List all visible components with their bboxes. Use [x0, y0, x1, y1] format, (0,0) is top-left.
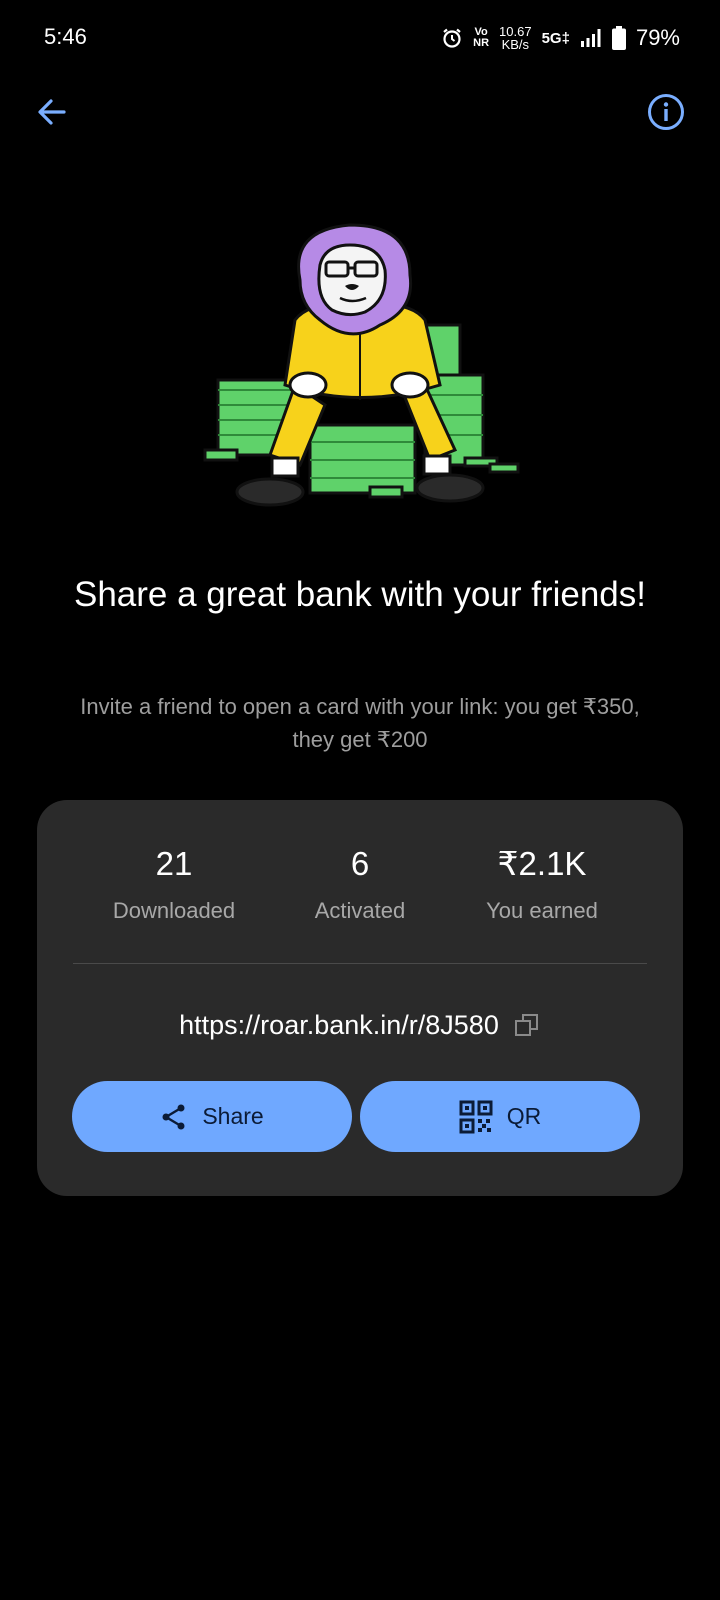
stat-label: You earned [486, 898, 598, 923]
referral-link-row: https://roar.bank.in/r/8J580 [37, 1005, 683, 1045]
stat-downloaded: 21 Downloaded [74, 844, 274, 926]
volte-indicator: Vo NR [473, 26, 490, 49]
stat-value: 21 [155, 845, 193, 882]
status-icons: Vo NR 10.67 KB/s 5G‡ 79% [441, 20, 680, 56]
qr-button-label: QR [506, 1103, 542, 1129]
money-stack-center [308, 423, 417, 499]
copy-link-button[interactable] [513, 1011, 541, 1039]
page-title: Share a great bank with your friends! [74, 575, 646, 614]
status-time: 5:46 [44, 24, 87, 49]
referral-card: 21 Downloaded 6 Activated ₹2.1K You earn… [37, 800, 683, 1196]
qr-button[interactable]: QR [360, 1081, 640, 1152]
battery-percent: 79% [635, 25, 680, 50]
stat-value: ₹2.1K [497, 845, 587, 882]
signal-icon [580, 28, 602, 48]
back-button[interactable] [28, 88, 76, 136]
network-speed: 10.67 KB/s [499, 24, 532, 52]
status-bar: 5:46 Vo NR 10.67 KB/s 5G‡ 79% [0, 0, 720, 80]
stat-label: Activated [314, 898, 406, 923]
share-icon [162, 1104, 185, 1129]
alarm-icon [441, 27, 463, 49]
share-button-label: Share [202, 1103, 264, 1129]
battery-icon [611, 26, 626, 50]
qr-code-icon [459, 1100, 493, 1133]
referral-description: Invite a friend to open a card with your… [80, 694, 640, 752]
referral-link[interactable]: https://roar.bank.in/r/8J580 [179, 1010, 499, 1041]
network-type: 5G‡ [541, 29, 570, 47]
referral-stats: 21 Downloaded 6 Activated ₹2.1K You earn… [37, 844, 683, 934]
share-button[interactable]: Share [72, 1081, 352, 1152]
stat-activated: 6 Activated [260, 844, 460, 926]
copy-icon [514, 1014, 538, 1036]
top-bar [0, 80, 720, 140]
stat-value: 6 [350, 845, 370, 882]
info-icon [648, 94, 684, 130]
divider [73, 963, 647, 964]
stat-earned: ₹2.1K You earned [442, 844, 642, 926]
info-button[interactable] [642, 88, 690, 136]
mascot-illustration [203, 223, 520, 507]
stat-label: Downloaded [112, 898, 236, 923]
arrow-left-icon [38, 99, 66, 125]
